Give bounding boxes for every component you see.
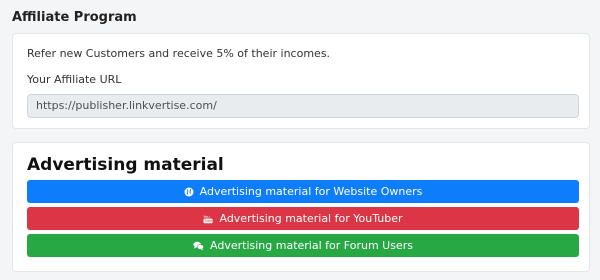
globe-icon [184, 187, 194, 197]
advertising-material-heading: Advertising material [27, 155, 224, 175]
affiliate-intro-text: Refer new Customers and receive 5% of th… [27, 47, 331, 60]
forum-users-material-button[interactable]: Advertising material for Forum Users [27, 234, 579, 257]
website-owners-material-button[interactable]: Advertising material for Website Owners [27, 180, 579, 203]
website-owners-button-label: Advertising material for Website Owners [199, 185, 423, 198]
affiliate-url-field[interactable]: https://publisher.linkvertise.com/ [27, 94, 579, 118]
svg-text:Tube: Tube [204, 219, 213, 223]
affiliate-program-heading: Affiliate Program [12, 10, 137, 25]
advertising-material-card: Advertising material Advertising materia… [12, 142, 590, 272]
affiliate-url-label: Your Affiliate URL [27, 73, 122, 86]
youtube-icon: You Tube [203, 214, 213, 224]
youtuber-button-label: Advertising material for YouTuber [219, 212, 403, 225]
chat-icon [193, 241, 204, 251]
affiliate-card: Refer new Customers and receive 5% of th… [12, 33, 590, 129]
youtuber-material-button[interactable]: You Tube Advertising material for YouTube… [27, 207, 579, 230]
forum-users-button-label: Advertising material for Forum Users [210, 239, 413, 252]
svg-text:You: You [204, 214, 210, 218]
